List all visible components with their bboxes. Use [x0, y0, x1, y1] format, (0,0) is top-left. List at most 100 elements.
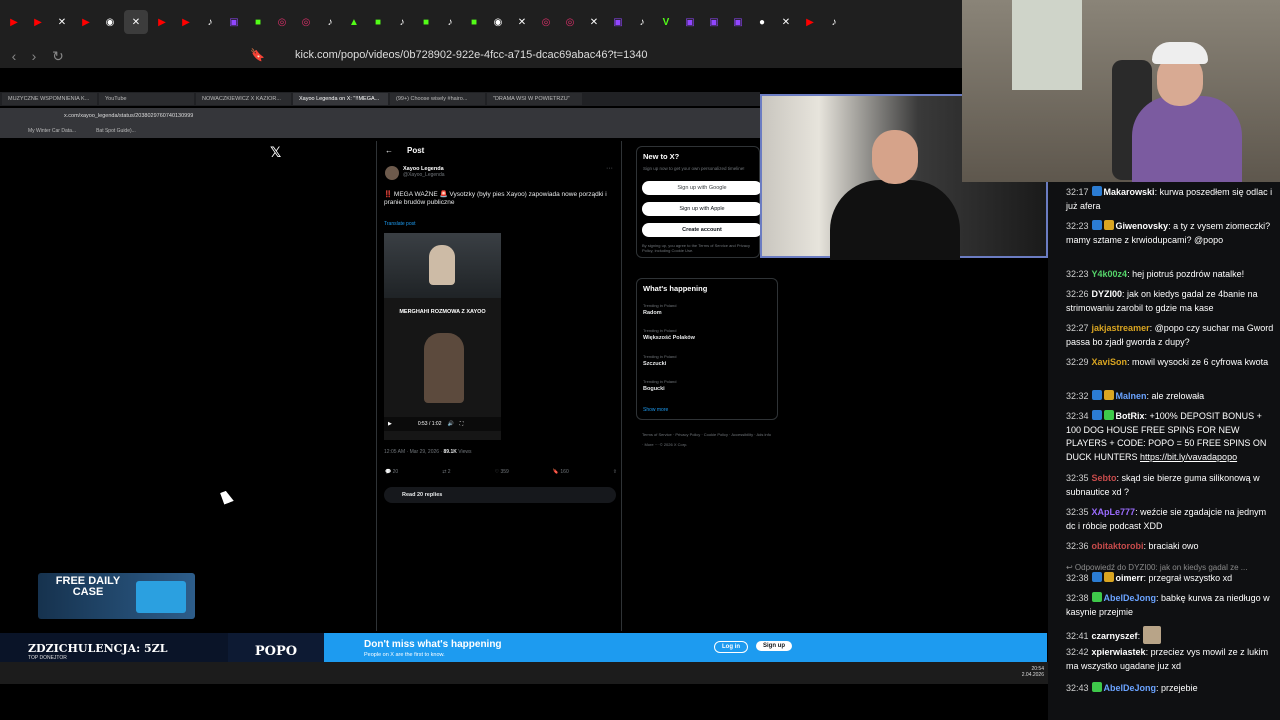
x-logo-icon[interactable]: 𝕏	[270, 144, 281, 161]
v-tab-icon[interactable]: V	[656, 12, 676, 32]
chat-username[interactable]: czarnyszef	[1092, 631, 1138, 641]
google-signup-button[interactable]: Sign up with Google	[642, 181, 762, 195]
gr-tab-icon[interactable]: ■	[248, 12, 268, 32]
chat-username[interactable]: xpierwiastek	[1092, 647, 1146, 657]
chat-username[interactable]: DYZI00	[1092, 289, 1123, 299]
tt-tab-icon[interactable]: ♪	[392, 12, 412, 32]
inner-tab[interactable]: (99+) Choose wisely #hairo...	[390, 93, 485, 105]
avatar[interactable]	[385, 166, 399, 180]
back-icon[interactable]: ‹	[4, 46, 24, 66]
bookmark-icon[interactable]: 🔖	[250, 48, 265, 62]
bookmark-item[interactable]: Bat Spot Guide)...	[96, 128, 136, 134]
chat-username[interactable]: XaviSon	[1092, 357, 1128, 367]
tw-tab-icon[interactable]: ▣	[680, 12, 700, 32]
tt-tab-icon[interactable]: ♪	[320, 12, 340, 32]
show-more-link[interactable]: Show more	[643, 407, 668, 413]
inner-tab[interactable]: MUZYCZNE WSPOMNIENIA K...	[2, 93, 97, 105]
ig-tab-icon[interactable]: ◎	[296, 12, 316, 32]
yt-tab-icon[interactable]: ▶	[176, 12, 196, 32]
tt-tab-icon[interactable]: ♪	[440, 12, 460, 32]
author-handle[interactable]: @Xayoo_Legenda	[403, 172, 445, 178]
footer-links[interactable]: Terms of Service · Privacy Policy · Cook…	[642, 430, 772, 450]
inner-tab[interactable]: NOWACZKIEWICZ X KAZIOR...	[196, 93, 291, 105]
more-icon[interactable]: ···	[606, 165, 613, 172]
fullscreen-icon[interactable]: ⛶	[460, 421, 464, 427]
ig-tab-icon[interactable]: ◎	[560, 12, 580, 32]
trend-item[interactable]: Trending in Poland Bogucki	[643, 379, 676, 392]
like-button[interactable]: ♡ 359	[495, 469, 509, 475]
drive-tab-icon[interactable]: ▲	[344, 12, 364, 32]
yt-tab-icon[interactable]: ▶	[4, 12, 24, 32]
repost-button[interactable]: ⇄ 2	[442, 469, 450, 475]
chat-username[interactable]: jakjastreamer	[1092, 323, 1150, 333]
chat-username[interactable]: Sebto	[1092, 473, 1117, 483]
blue-badge-icon	[1091, 220, 1102, 230]
tw-tab-icon[interactable]: ▣	[728, 12, 748, 32]
ig-tab-icon[interactable]: ◎	[536, 12, 556, 32]
chat-timestamp: 32:23	[1066, 221, 1089, 231]
chat-tab-icon[interactable]: ●	[752, 12, 772, 32]
outer-url[interactable]: kick.com/popo/videos/0b728902-922e-4fcc-…	[295, 49, 648, 61]
tw-tab-icon[interactable]: ▣	[224, 12, 244, 32]
share-icon[interactable]: ⇪	[613, 469, 617, 475]
back-arrow-icon[interactable]: ←	[385, 146, 393, 155]
trend-item[interactable]: Trending in Poland Radom	[643, 303, 676, 316]
chat-link[interactable]: https://bit.ly/vavadapopo	[1140, 452, 1237, 462]
gr-tab-icon[interactable]: ■	[368, 12, 388, 32]
post-author[interactable]: Xayoo Legenda @Xayoo_Legenda	[385, 166, 445, 180]
volume-icon[interactable]: 🔊	[448, 421, 454, 427]
yt-tab-icon[interactable]: ▶	[28, 12, 48, 32]
x-tab-icon[interactable]: ✕	[584, 12, 604, 32]
inner-tab-active[interactable]: Xayoo Legenda on X: "!!MEGA...	[293, 93, 388, 105]
chat-username[interactable]: AbelDeJong	[1104, 593, 1157, 603]
bookmark-item[interactable]: My Winter Car Data...	[28, 128, 76, 134]
x-tab-icon[interactable]: ✕	[52, 12, 72, 32]
inner-url-bar[interactable]: x.com/xayoo_legenda/status/2038029760740…	[0, 108, 760, 124]
chat-timestamp: 32:32	[1066, 391, 1089, 401]
x-tab-icon[interactable]: ✕	[124, 10, 148, 34]
reload-icon[interactable]: ↻	[48, 46, 68, 66]
daily-case-ad[interactable]: FREE DAILY CASE	[38, 573, 195, 619]
chat-username[interactable]: AbelDeJong	[1104, 683, 1157, 693]
chat-username[interactable]: Y4k00z4	[1092, 269, 1128, 279]
tw-tab-icon[interactable]: ▣	[704, 12, 724, 32]
tt-tab-icon[interactable]: ♪	[632, 12, 652, 32]
chrome-tab-icon[interactable]: ◉	[100, 12, 120, 32]
video-controls[interactable]: ▶ 0:53 / 1:02 🔊 ⛶	[384, 417, 501, 431]
tw-tab-icon[interactable]: ▣	[608, 12, 628, 32]
x-tab-icon[interactable]: ✕	[512, 12, 532, 32]
trend-item[interactable]: Trending in Poland Większość Polaków	[643, 328, 695, 341]
create-account-button[interactable]: Create account	[642, 223, 762, 237]
chat-username[interactable]: XApLe777	[1092, 507, 1136, 517]
x-tab-icon[interactable]: ✕	[776, 12, 796, 32]
yt-tab-icon[interactable]: ▶	[152, 12, 172, 32]
chat-username[interactable]: Malnen	[1116, 391, 1147, 401]
chrome-tab-icon[interactable]: ◉	[488, 12, 508, 32]
yt-tab-icon[interactable]: ▶	[76, 12, 96, 32]
reply-button[interactable]: 💬 20	[385, 469, 398, 475]
post-video[interactable]: MERGHAHI ROZMOWA Z XAYOO ▶ 0:53 / 1:02 🔊…	[384, 233, 501, 440]
new-to-x-subtitle: Sign up now to get your own personalized…	[643, 166, 745, 171]
chat-username[interactable]: Giwenovsky	[1116, 221, 1169, 231]
yt-tab-icon[interactable]: ▶	[800, 12, 820, 32]
read-replies-button[interactable]: Read 20 replies	[384, 487, 616, 503]
signup-button[interactable]: Sign up	[756, 641, 792, 651]
gr-tab-icon[interactable]: ■	[416, 12, 436, 32]
tt-tab-icon[interactable]: ♪	[824, 12, 844, 32]
inner-tab[interactable]: YouTube	[99, 93, 194, 105]
translate-link[interactable]: Translate post	[384, 221, 416, 227]
trend-item[interactable]: Trending in Poland Szczucki	[643, 354, 676, 367]
play-icon[interactable]: ▶	[388, 421, 392, 427]
chat-username[interactable]: oimerr	[1116, 573, 1144, 583]
chat-username[interactable]: BotRix	[1116, 411, 1145, 421]
ig-tab-icon[interactable]: ◎	[272, 12, 292, 32]
forward-icon[interactable]: ›	[24, 46, 44, 66]
apple-signup-button[interactable]: Sign up with Apple	[642, 202, 762, 216]
gr-tab-icon[interactable]: ■	[464, 12, 484, 32]
bookmark-button[interactable]: 🔖 160	[553, 469, 569, 475]
chat-username[interactable]: Makarowski	[1104, 187, 1155, 197]
chat-username[interactable]: obitaktorobi	[1092, 541, 1144, 551]
login-button[interactable]: Log in	[714, 641, 748, 653]
tt-tab-icon[interactable]: ♪	[200, 12, 220, 32]
inner-tab[interactable]: "DRAMA WSI W POWIETRZU"	[487, 93, 582, 105]
